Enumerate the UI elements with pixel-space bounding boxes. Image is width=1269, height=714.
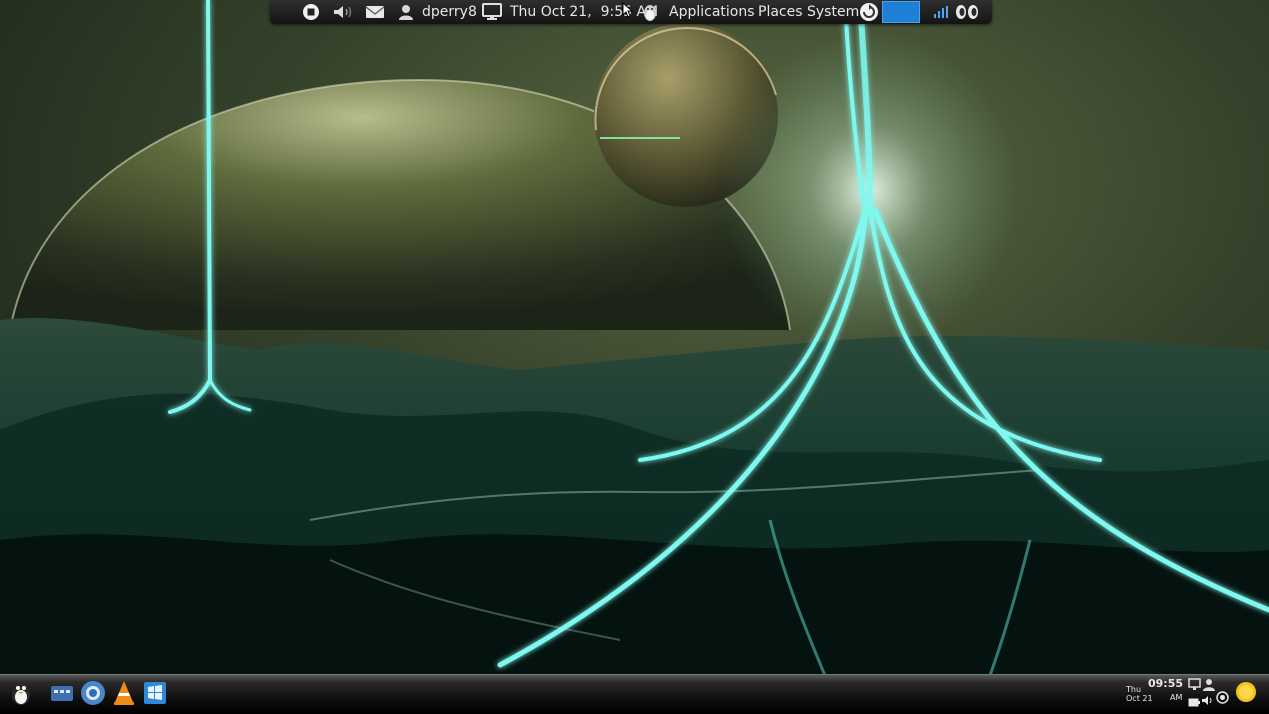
chromium-icon[interactable] [80,680,106,706]
tux-menu-icon[interactable] [8,680,34,706]
windows-icon[interactable] [142,680,168,706]
stop-icon[interactable] [302,0,322,24]
speaker-icon[interactable] [1201,691,1213,710]
volume-icon[interactable] [332,0,356,24]
file-manager-icon[interactable] [49,680,75,706]
mail-icon[interactable] [365,0,387,24]
menu-system[interactable]: System [807,0,859,24]
footprint-icon[interactable] [954,0,982,24]
monitor-icon[interactable] [482,0,504,24]
workspace-switcher[interactable] [882,0,920,24]
menu-places[interactable]: Places [758,0,803,24]
clock-day: Thu [1126,685,1142,694]
tux-icon[interactable] [642,0,662,24]
network-signal-icon[interactable] [934,0,950,24]
desktop-wallpaper [0,0,1269,713]
record-icon[interactable] [1216,689,1229,708]
update-icon[interactable] [859,0,881,24]
datetime-label[interactable]: Thu Oct 21, 9:55 AM [510,0,658,24]
clock-date: Oct 21 [1126,694,1153,703]
user-icon[interactable] [397,0,417,24]
vlc-icon[interactable] [111,680,137,706]
menu-applications[interactable]: Applications [669,0,755,24]
clock-time[interactable]: 09:55 [1148,678,1183,689]
clock-ampm: AM [1170,693,1183,702]
battery-icon[interactable] [1188,692,1200,711]
username-label[interactable]: dperry8 [422,0,477,24]
mouse-cursor [622,2,634,18]
bottom-dock: 09:55 Thu Oct 21 AM [0,674,1269,714]
weather-sun-icon[interactable] [1234,680,1258,708]
